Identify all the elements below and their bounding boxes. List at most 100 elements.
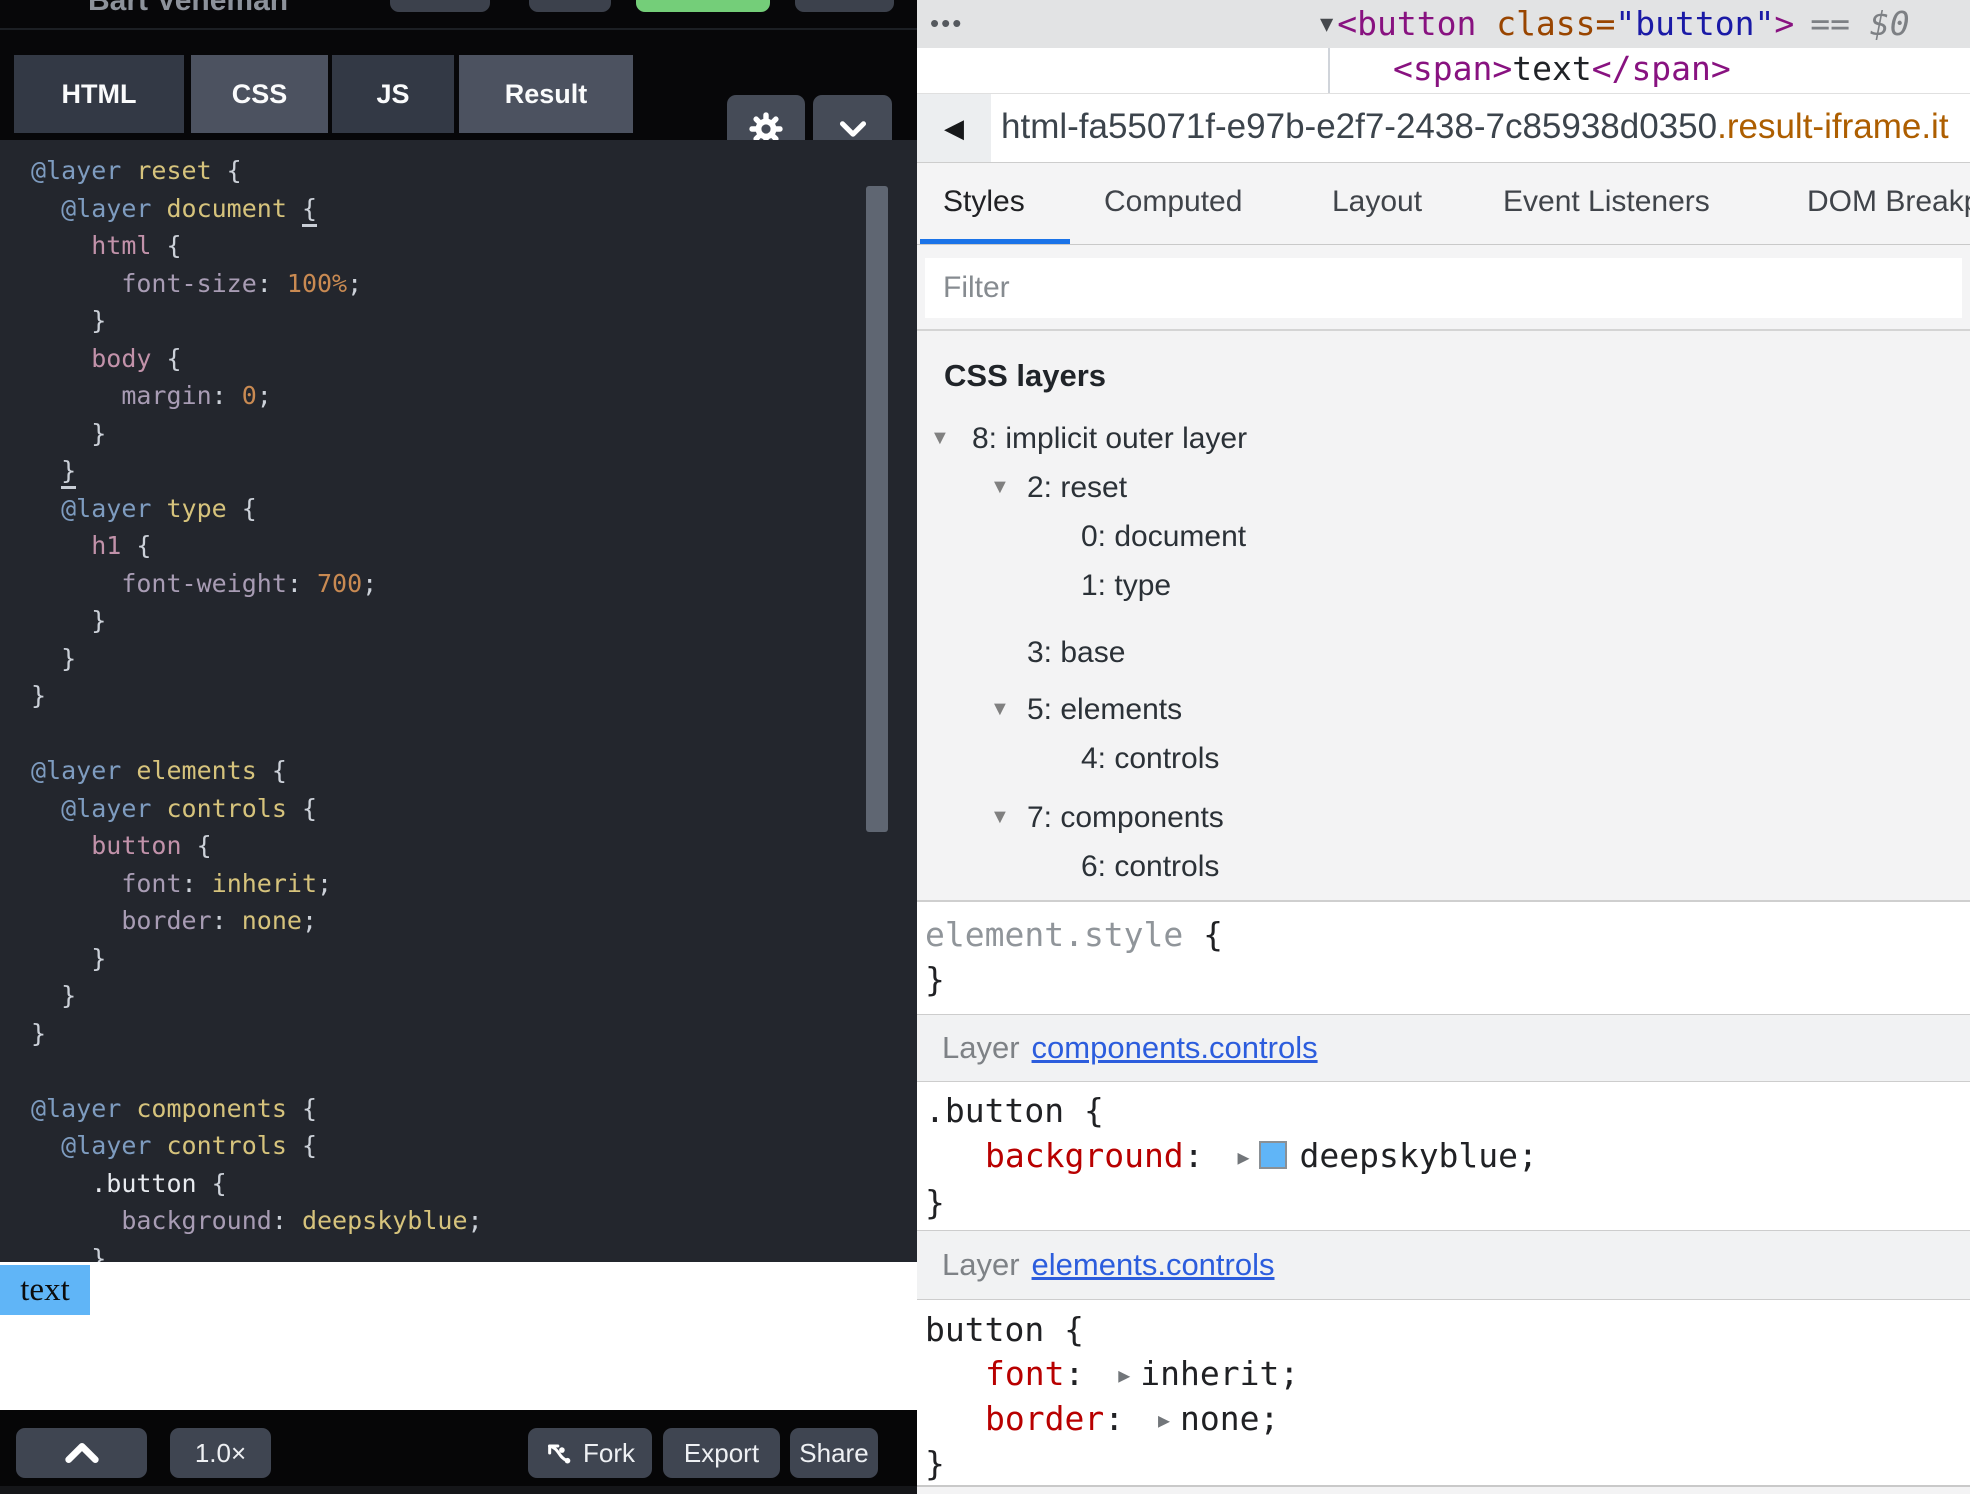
elements-selected-node-row[interactable]: ••• ▼<button class="button">== $0 [917, 0, 1970, 48]
header-button-partial-1[interactable] [390, 0, 490, 12]
node-tag-close: > [1774, 4, 1794, 43]
tree-label: 0: document [1081, 512, 1246, 561]
layer-tree-row[interactable]: ▼5: elements [917, 685, 1970, 734]
element-style-close: } [917, 957, 1970, 1002]
code-line: font-weight: 700; [31, 565, 483, 603]
code-line: border: none; [31, 902, 483, 940]
devtools-tab-dom-breakpoints[interactable]: DOM Breakpoints [1807, 185, 1970, 219]
code-line: } [31, 1015, 483, 1053]
tree-expand-icon[interactable]: ▼ [990, 463, 1010, 512]
export-button-label: Export [684, 1438, 759, 1469]
elements-child-node-row[interactable]: <span>text</span> [917, 48, 1970, 93]
styles-filter-input[interactable] [925, 258, 1962, 318]
tree-expand-icon[interactable]: ▼ [930, 414, 950, 463]
tree-label: 6: controls [1081, 842, 1219, 891]
code-line: @layer document { [31, 190, 483, 228]
chevron-up-icon [62, 1438, 102, 1468]
devtools-tab-layout[interactable]: Layout [1332, 185, 1422, 219]
expand-property-icon[interactable]: ▶ [1158, 1408, 1170, 1432]
layer-link-components-controls[interactable]: components.controls [1032, 1030, 1318, 1066]
code-line: @layer controls { [31, 790, 483, 828]
property-value[interactable]: none; [1180, 1399, 1279, 1438]
color-swatch[interactable] [1259, 1141, 1287, 1169]
tree-expand-icon[interactable]: ▼ [990, 685, 1010, 734]
editor-tab-css[interactable]: CSS [191, 55, 328, 133]
more-options-icon[interactable]: ••• [930, 8, 963, 39]
layer-strip-elements: Layer elements.controls [917, 1230, 1970, 1300]
devtools-tab-event-listeners[interactable]: Event Listeners [1503, 185, 1710, 219]
share-button[interactable]: Share [790, 1428, 878, 1478]
header-button-partial-2[interactable] [529, 0, 611, 12]
frame-back-button[interactable]: ◀ [917, 94, 991, 162]
frame-suffix: .result-iframe.it [1717, 107, 1948, 146]
layer-tree-row[interactable]: ▼ 7: components [917, 793, 1970, 842]
child-node-markup: <span>text</span> [1393, 49, 1731, 88]
tree-expand-icon[interactable]: ▼ [990, 793, 1010, 842]
code-line: } [31, 1240, 483, 1263]
layer-tree-row[interactable]: 3: base [917, 628, 1970, 677]
element-style-selector: element.style [925, 915, 1183, 954]
header-save-button-partial[interactable] [636, 0, 770, 12]
fork-icon [545, 1439, 573, 1467]
code-line: @layer reset { [31, 152, 483, 190]
fork-button[interactable]: Fork [528, 1428, 652, 1478]
code-line [31, 1052, 483, 1090]
rule-selector: .button { [917, 1088, 1970, 1133]
tree-label: 2: reset [1027, 463, 1127, 512]
code-line: } [31, 415, 483, 453]
expand-arrow-icon[interactable]: ▼ [1320, 12, 1333, 37]
header-button-partial-3[interactable] [795, 0, 894, 12]
property-value[interactable]: inherit; [1140, 1354, 1299, 1393]
span-tag-open: <span> [1393, 49, 1512, 88]
property-name[interactable]: font [985, 1354, 1064, 1393]
frame-breadcrumb-bar: ◀ html-fa55071f-e97b-e2f7-2438-7c85938d0… [917, 93, 1970, 163]
editor-tab-html[interactable]: HTML [14, 55, 184, 133]
expand-property-icon[interactable]: ▶ [1237, 1145, 1249, 1169]
code-line: body { [31, 340, 483, 378]
fork-button-label: Fork [583, 1438, 635, 1469]
editor-scrollbar[interactable] [866, 186, 888, 832]
tree-label: 4: controls [1081, 734, 1219, 783]
footer-bottom-strip [0, 1486, 917, 1494]
property-name[interactable]: background [985, 1136, 1184, 1175]
css-layers-pane: CSS layers ▼8: implicit outer layer▼2: r… [917, 331, 1970, 902]
layer-tree-row[interactable]: 1: type [917, 561, 1970, 610]
editor-tab-js[interactable]: JS [332, 55, 454, 133]
zoom-level-button[interactable]: 1.0× [170, 1428, 271, 1478]
frame-url[interactable]: html-fa55071f-e97b-e2f7-2438-7c85938d035… [1001, 107, 1970, 147]
element-style-section[interactable]: element.style { } [917, 902, 1970, 1014]
tree-label: 7: components [1027, 793, 1224, 842]
layer-tree-row[interactable]: ▼8: implicit outer layer [917, 414, 1970, 463]
code-line: font-size: 100%; [31, 265, 483, 303]
code-line: } [31, 602, 483, 640]
editor-tab-result[interactable]: Result [459, 55, 633, 133]
layer-tree-row[interactable]: 4: controls [917, 734, 1970, 783]
layer-tree-row[interactable]: 0: document [917, 512, 1970, 561]
code-line: @layer elements { [31, 752, 483, 790]
preview-text-button[interactable]: text [0, 1265, 90, 1315]
devtools-tab-styles[interactable]: Styles [943, 185, 1025, 219]
span-tag-close: </span> [1592, 49, 1731, 88]
expand-property-icon[interactable]: ▶ [1118, 1363, 1130, 1387]
tree-label: 3: base [1027, 628, 1125, 677]
property-name[interactable]: border [985, 1399, 1104, 1438]
rule-button[interactable]: button { font: ▶inherit; border: ▶none; … [917, 1300, 1970, 1487]
tree-indent-guide [1328, 48, 1330, 93]
layer-tree-row[interactable]: ▼ 2: reset [917, 463, 1970, 512]
devtools-tab-bar: Styles Computed Layout Event Listeners DOM B… [917, 163, 1970, 245]
devtools-tab-computed[interactable]: Computed [1104, 185, 1242, 219]
code-line: button { [31, 827, 483, 865]
css-code-editor[interactable]: @layer reset { @layer document { html { … [0, 140, 917, 1262]
layer-tree-row[interactable]: 6: controls [917, 842, 1970, 891]
code-line: } [31, 940, 483, 978]
css-code: @layer reset { @layer document { html { … [31, 152, 483, 1262]
layer-link-elements-controls[interactable]: elements.controls [1032, 1247, 1275, 1283]
code-line: } [31, 977, 483, 1015]
code-line: html { [31, 227, 483, 265]
property-value[interactable]: deepskyblue [1299, 1136, 1518, 1175]
export-button[interactable]: Export [663, 1428, 780, 1478]
rule-class-button[interactable]: .button { background: ▶deepskyblue; } [917, 1082, 1970, 1230]
devtools-bottom-strip [917, 1487, 1970, 1494]
app-root: Bart Veneman HTMLCSSJSResult [0, 0, 1970, 1494]
console-expand-button[interactable] [16, 1428, 147, 1478]
